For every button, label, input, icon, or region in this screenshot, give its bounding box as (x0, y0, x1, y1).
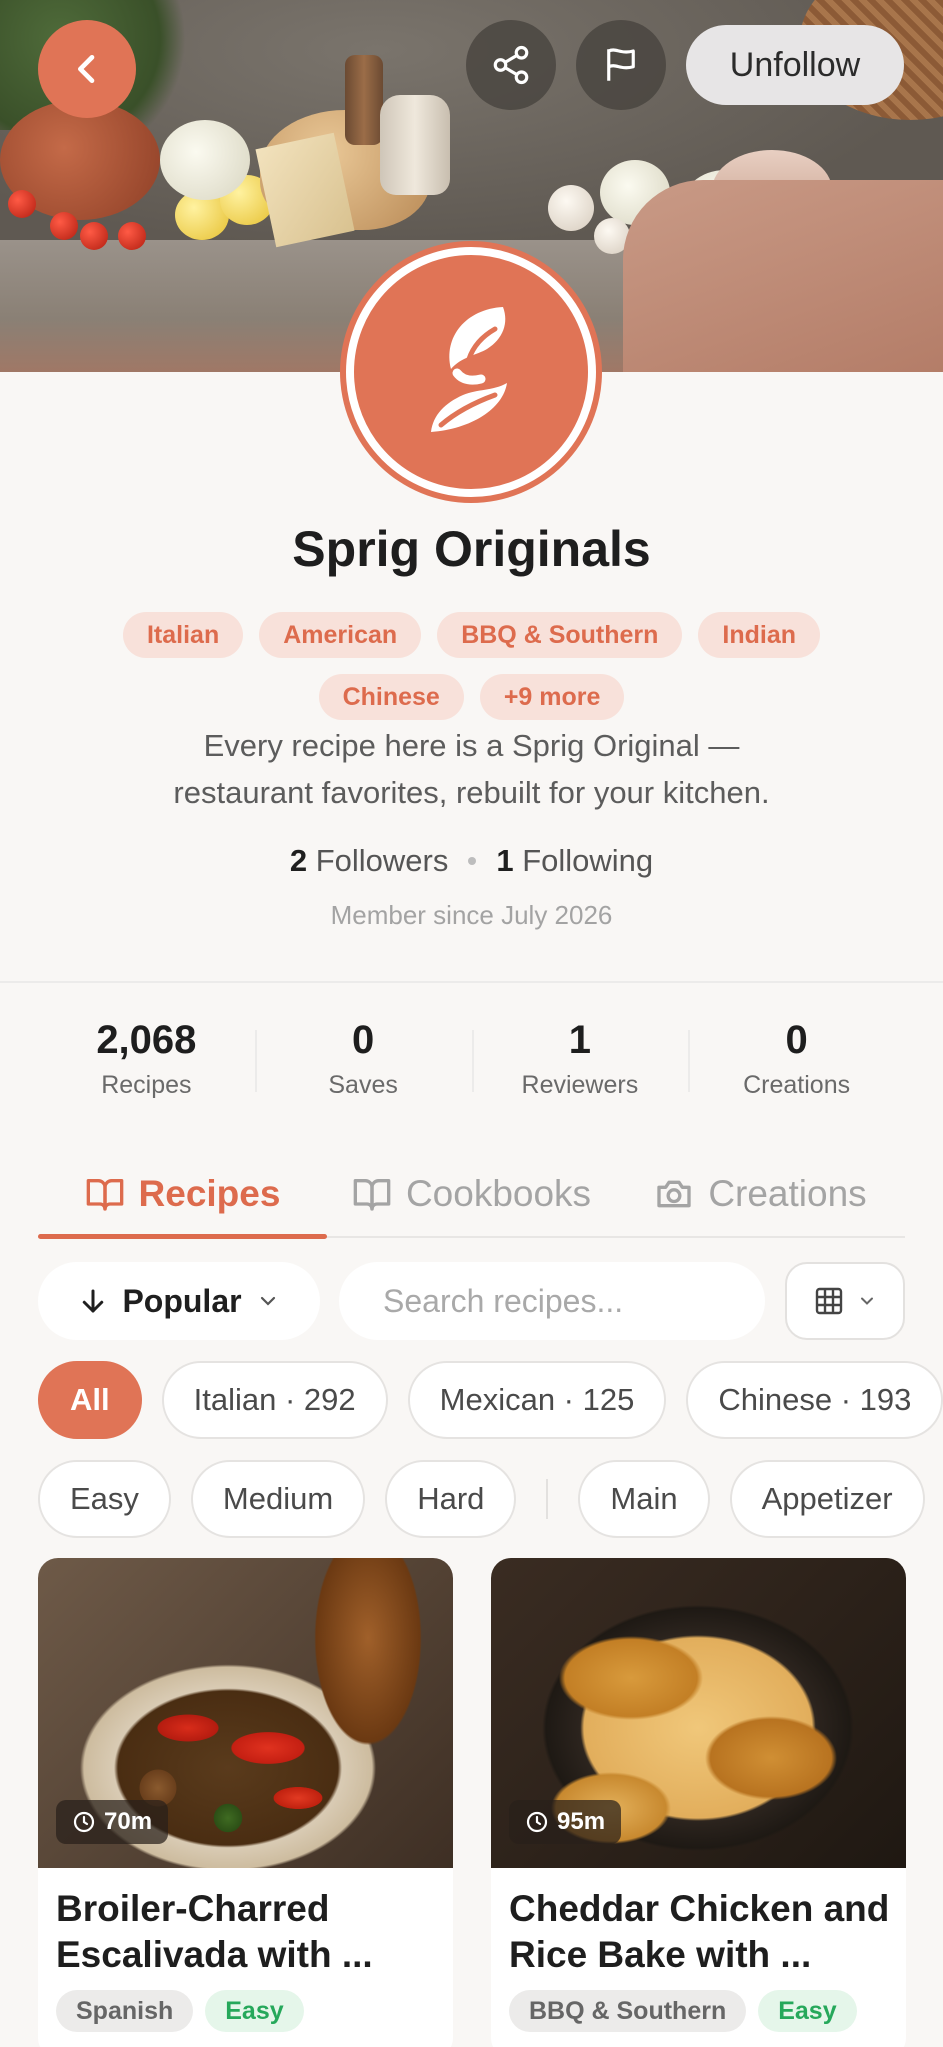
chevron-down-icon (861, 1297, 873, 1305)
stats-row: 2,068 Recipes 0 Saves 1 Reviewers 0 Crea… (38, 1018, 905, 1118)
difficulty-filter-row: Easy Medium Hard Main Appetizer (38, 1460, 925, 1538)
share-icon (493, 45, 529, 85)
profile-bio: Every recipe here is a Sprig Original — … (60, 722, 883, 816)
divider (0, 981, 943, 983)
filter-chip[interactable]: Appetizer (729, 1460, 925, 1538)
separator-dot (468, 857, 477, 865)
cuisine-tag[interactable]: Indian (698, 612, 821, 658)
follow-counts: 2 Followers 1 Following (0, 843, 943, 879)
filter-chip[interactable]: Medium (190, 1460, 366, 1538)
divider (546, 1479, 549, 1519)
recipe-card[interactable]: 95m Cheddar Chicken and Rice Bake with .… (491, 1558, 906, 2047)
difficulty-pill: Easy (205, 1990, 304, 2032)
chevron-left-icon (78, 55, 95, 83)
cuisine-tag[interactable]: Chinese (318, 674, 464, 720)
filter-chip[interactable]: Chinese · 193 (686, 1361, 943, 1439)
arrow-down-icon (83, 1289, 104, 1313)
cuisine-tag[interactable]: Italian (122, 612, 244, 658)
filter-chip[interactable]: Easy (38, 1460, 171, 1538)
unfollow-button[interactable]: Unfollow (686, 25, 904, 105)
sprig-logo-icon (431, 307, 507, 432)
difficulty-pill: Easy (758, 1990, 857, 2032)
stat-saves: 0 Saves (254, 1018, 472, 1118)
member-since: Member since July 2026 (330, 900, 613, 930)
cuisine-tag[interactable]: BBQ & Southern (437, 612, 683, 658)
stat-reviewers: 1 Reviewers (471, 1018, 689, 1118)
book-icon (86, 1179, 123, 1211)
recipe-tags: Spanish Easy (56, 1990, 304, 2032)
tab-recipes[interactable]: Recipes (38, 1152, 327, 1239)
cuisine-pill: Spanish (56, 1990, 194, 2032)
filter-chip[interactable]: Mexican · 125 (407, 1361, 667, 1439)
sort-label: Popular (122, 1282, 242, 1319)
filter-chip[interactable]: Hard (385, 1460, 517, 1538)
filter-chip-all[interactable]: All (38, 1361, 142, 1439)
cuisine-tag[interactable]: American (259, 612, 422, 658)
followers-link[interactable]: 2 Followers (290, 843, 449, 879)
chevron-down-icon (260, 1296, 275, 1306)
recipe-tags: BBQ & Southern Easy (509, 1990, 857, 2032)
time-badge: 95m (509, 1800, 622, 1844)
recipe-title: Broiler-Charred Escalivada with ... (56, 1888, 373, 1975)
recipe-image: 95m (491, 1558, 906, 1868)
time-badge: 70m (56, 1800, 169, 1844)
tab-cookbooks[interactable]: Cookbooks (327, 1152, 616, 1236)
stat-recipes: 2,068 Recipes (96, 1018, 197, 1099)
view-toggle-button[interactable] (785, 1262, 905, 1340)
bio-line: Every recipe here is a Sprig Original — (203, 728, 740, 763)
search-input[interactable] (339, 1262, 765, 1340)
recipe-image: 70m (38, 1558, 453, 1868)
recipe-title: Cheddar Chicken and Rice Bake with ... (509, 1888, 890, 1975)
flag-icon (607, 48, 635, 81)
filter-chip[interactable]: Italian · 292 (161, 1361, 388, 1439)
stat-creations: 0 Creations (688, 1018, 905, 1118)
more-tags-button[interactable]: +9 more (479, 674, 625, 720)
profile-name: Sprig Originals (292, 521, 651, 577)
sort-dropdown[interactable]: Popular (38, 1262, 320, 1340)
clock-icon (73, 1811, 95, 1833)
profile-tabs: Recipes Cookbooks Creations (38, 1152, 905, 1239)
camera-icon (657, 1180, 691, 1208)
back-button[interactable] (38, 20, 136, 118)
bio-line: restaurant favorites, rebuilt for your k… (173, 775, 770, 810)
cuisine-pill: BBQ & Southern (509, 1990, 747, 2032)
avatar (346, 247, 596, 497)
book-icon (353, 1179, 391, 1211)
cuisine-tags-row-2: Chinese +9 more (60, 674, 883, 720)
cuisine-tags-row-1: Italian American BBQ & Southern Indian (60, 612, 883, 658)
recipe-card[interactable]: 70m Broiler-Charred Escalivada with ... (38, 1558, 453, 2047)
cuisine-filter-row: All Italian · 292 Mexican · 125 Chinese … (38, 1361, 943, 1439)
filter-chip[interactable]: Main (578, 1460, 710, 1538)
report-button[interactable] (576, 20, 666, 110)
grid-icon (815, 1287, 843, 1315)
clock-icon (526, 1811, 548, 1833)
tab-creations[interactable]: Creations (616, 1152, 905, 1236)
share-button[interactable] (466, 20, 556, 110)
following-link[interactable]: 1 Following (496, 843, 653, 879)
